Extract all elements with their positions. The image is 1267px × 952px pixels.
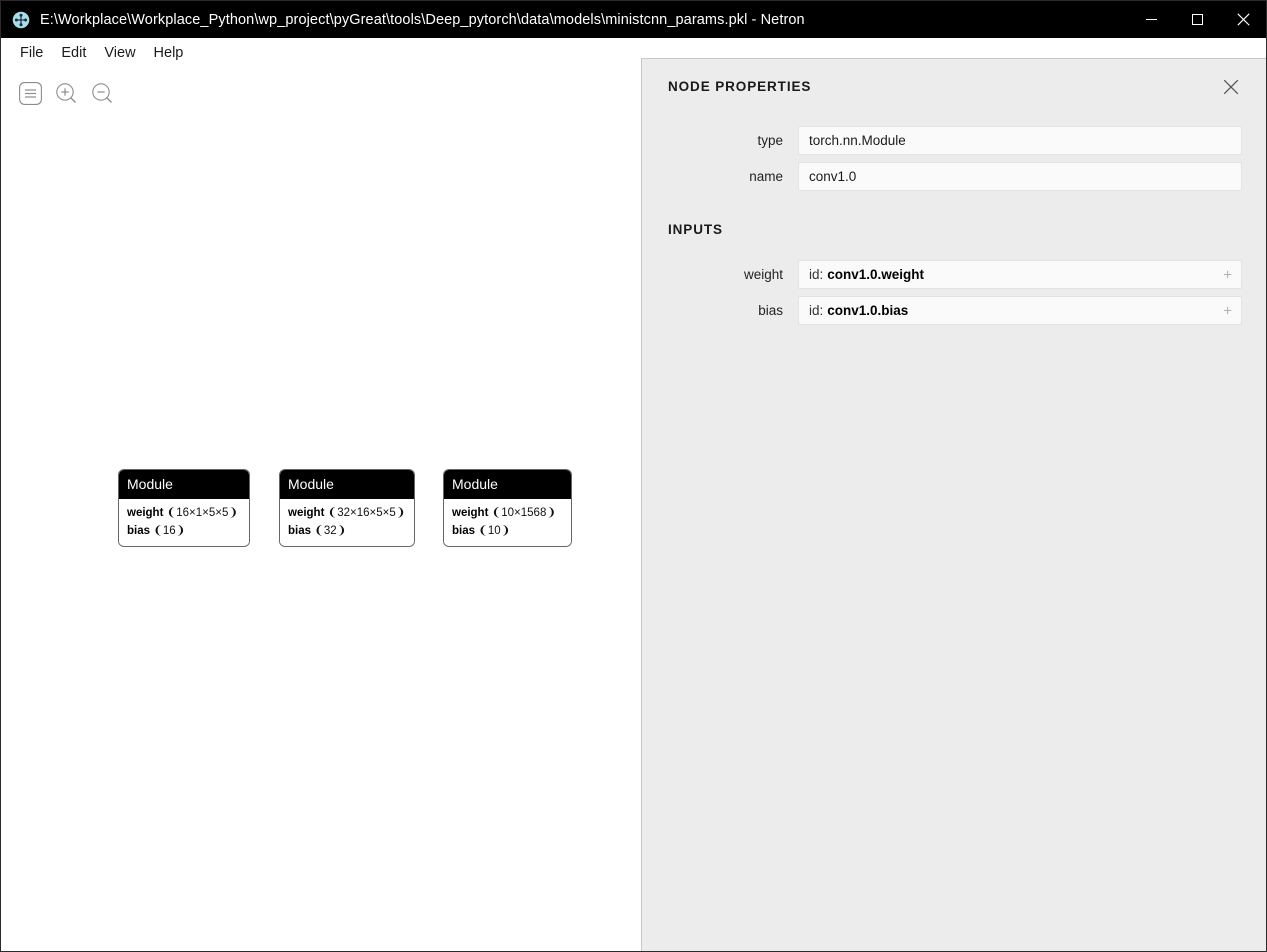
node-attribute: bias ❨16❩ bbox=[127, 522, 241, 540]
expand-icon[interactable]: + bbox=[1223, 303, 1232, 318]
node-attribute-shape: ❨10×1568❩ bbox=[491, 507, 556, 519]
property-value-type[interactable]: torch.nn.Module bbox=[798, 126, 1242, 155]
property-row-name: name conv1.0 bbox=[642, 162, 1242, 191]
graph-node[interactable]: Module weight ❨10×1568❩ bias ❨10❩ bbox=[443, 469, 572, 547]
minimize-icon[interactable] bbox=[1128, 1, 1174, 38]
node-fields: type torch.nn.Module name conv1.0 bbox=[642, 126, 1266, 191]
property-label: name bbox=[749, 169, 783, 184]
node-header: Module bbox=[444, 470, 571, 499]
input-value-bias[interactable]: id: conv1.0.bias + bbox=[798, 296, 1242, 325]
netron-window: E:\Workplace\Workplace_Python\wp_project… bbox=[0, 0, 1267, 952]
input-value-weight[interactable]: id: conv1.0.weight + bbox=[798, 260, 1242, 289]
graph-node[interactable]: Module weight ❨32×16×5×5❩ bias ❨32❩ bbox=[279, 469, 415, 547]
input-id-prefix: id: bbox=[809, 303, 824, 318]
title-bar: E:\Workplace\Workplace_Python\wp_project… bbox=[1, 1, 1266, 38]
input-id-prefix: id: bbox=[809, 267, 824, 282]
node-attribute-name: bias bbox=[127, 525, 151, 537]
node-header: Module bbox=[119, 470, 249, 499]
node-attribute-name: weight bbox=[288, 507, 325, 519]
node-properties-sidebar: NODE PROPERTIES type torch.nn.Module nam… bbox=[641, 58, 1266, 951]
graph-toolbar bbox=[18, 81, 115, 106]
input-label: weight bbox=[743, 267, 783, 282]
property-value-name[interactable]: conv1.0 bbox=[798, 162, 1242, 191]
input-label: bias bbox=[758, 303, 783, 318]
node-attribute: bias ❨10❩ bbox=[452, 522, 563, 540]
node-attribute: weight ❨16×1×5×5❩ bbox=[127, 504, 241, 522]
inputs-list: weight id: conv1.0.weight + bias id: con… bbox=[642, 260, 1266, 325]
node-attribute-name: weight bbox=[127, 507, 164, 519]
menu-item-view[interactable]: View bbox=[95, 43, 144, 63]
node-body: weight ❨10×1568❩ bias ❨10❩ bbox=[444, 499, 571, 546]
property-row-type: type torch.nn.Module bbox=[642, 126, 1242, 155]
node-attribute-shape: ❨16❩ bbox=[153, 525, 186, 537]
node-attribute: weight ❨10×1568❩ bbox=[452, 504, 563, 522]
input-row-bias: bias id: conv1.0.bias + bbox=[642, 296, 1242, 325]
zoom-in-icon[interactable] bbox=[54, 81, 79, 106]
close-icon[interactable] bbox=[1220, 76, 1242, 98]
node-attribute-shape: ❨32×16×5×5❩ bbox=[327, 507, 406, 519]
input-row-weight: weight id: conv1.0.weight + bbox=[642, 260, 1242, 289]
zoom-out-icon[interactable] bbox=[90, 81, 115, 106]
close-icon[interactable] bbox=[1220, 1, 1266, 38]
inputs-section-title: INPUTS bbox=[668, 222, 723, 237]
node-attribute-shape: ❨16×1×5×5❩ bbox=[166, 507, 239, 519]
menu-item-help[interactable]: Help bbox=[145, 43, 193, 63]
node-attribute-name: weight bbox=[452, 507, 489, 519]
graph-canvas[interactable]: Module weight ❨16×1×5×5❩ bias ❨16❩ Modul… bbox=[2, 68, 641, 951]
property-label: type bbox=[757, 133, 783, 148]
node-attribute-name: bias bbox=[288, 525, 312, 537]
window-controls bbox=[1128, 1, 1266, 38]
node-attribute: bias ❨32❩ bbox=[288, 522, 406, 540]
node-attribute: weight ❨32×16×5×5❩ bbox=[288, 504, 406, 522]
menu-icon[interactable] bbox=[18, 81, 43, 106]
node-attribute-name: bias bbox=[452, 525, 476, 537]
sidebar-title: NODE PROPERTIES bbox=[668, 79, 812, 94]
node-attribute-shape: ❨32❩ bbox=[314, 525, 347, 537]
node-attribute-shape: ❨10❩ bbox=[478, 525, 511, 537]
expand-icon[interactable]: + bbox=[1223, 267, 1232, 282]
window-title: E:\Workplace\Workplace_Python\wp_project… bbox=[40, 11, 805, 28]
node-header: Module bbox=[280, 470, 414, 499]
node-body: weight ❨32×16×5×5❩ bias ❨32❩ bbox=[280, 499, 414, 546]
menu-item-edit[interactable]: Edit bbox=[52, 43, 95, 63]
graph-node[interactable]: Module weight ❨16×1×5×5❩ bias ❨16❩ bbox=[118, 469, 250, 547]
input-id-value: conv1.0.weight bbox=[827, 267, 925, 282]
netron-icon bbox=[12, 11, 30, 29]
node-body: weight ❨16×1×5×5❩ bias ❨16❩ bbox=[119, 499, 249, 546]
maximize-icon[interactable] bbox=[1174, 1, 1220, 38]
input-id-value: conv1.0.bias bbox=[827, 303, 909, 318]
sidebar-header: NODE PROPERTIES bbox=[642, 59, 1266, 114]
menu-item-file[interactable]: File bbox=[11, 43, 52, 63]
